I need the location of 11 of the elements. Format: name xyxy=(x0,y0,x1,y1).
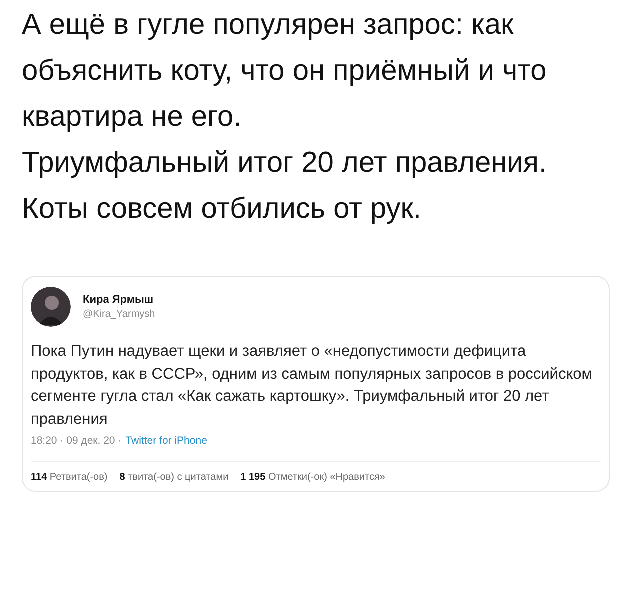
avatar-icon[interactable] xyxy=(31,287,71,327)
post-paragraph: Триумфальный итог 20 лет правления. Коты совсем отбились от рук. xyxy=(22,146,548,227)
tweet-stat[interactable]: 114 Ретвита(-ов) xyxy=(31,472,108,483)
tweet-stat[interactable]: 1 195 Отметки(-ок) «Нравится» xyxy=(240,472,386,483)
post-paragraph: А ещё в гугле популярен запрос: как объяснить коту, что он приёмный и что квартира не его. xyxy=(22,8,548,135)
tweet-timestamp: 18:20 · 09 дек. 20 · xyxy=(31,435,122,447)
tweet-stat[interactable]: 8 твита(-ов) с цитатами xyxy=(120,472,229,483)
author-name[interactable]: Кира Ярмыш xyxy=(83,294,156,306)
tweet-source-link[interactable]: Twitter for iPhone xyxy=(126,435,208,447)
tweet-text: Пока Путин надувает щеки и заявляет о «недопустимости дефицита продуктов, как в СССР», одним из самым популярных запросов в российском сегменте гугла стал «Как сажать картошку». Триумфальный итог 20 лет правления xyxy=(31,342,594,430)
author-handle[interactable]: @Kira_Yarmysh xyxy=(83,309,156,320)
